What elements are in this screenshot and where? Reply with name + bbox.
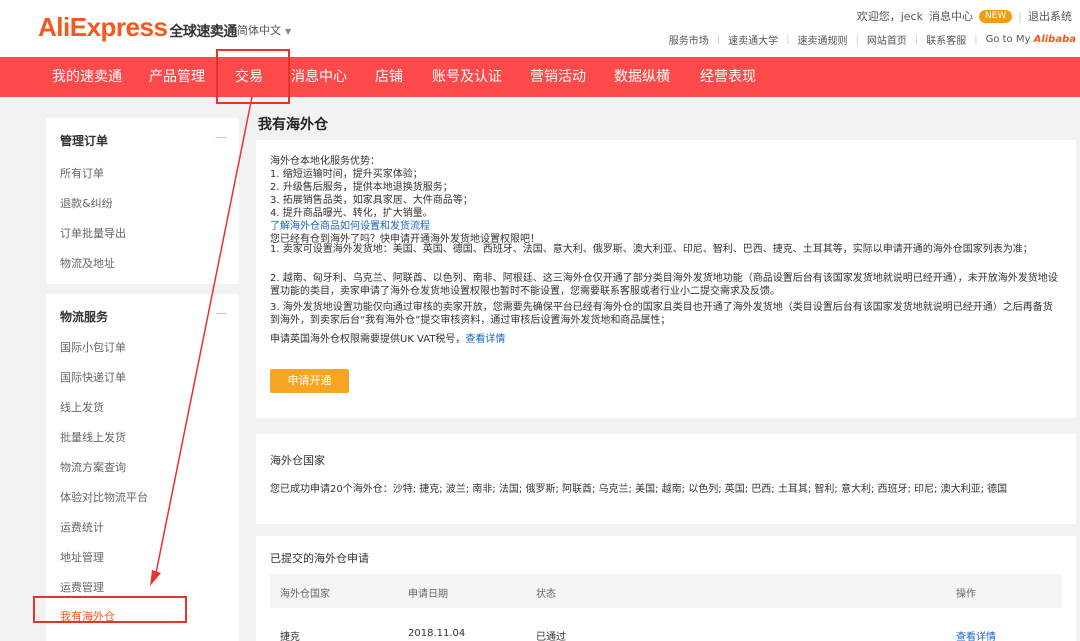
sidebar-divider: [46, 284, 239, 294]
nav-messages[interactable]: 消息中心: [291, 57, 347, 97]
divider: |: [786, 34, 790, 45]
university-link[interactable]: 速卖通大学: [728, 32, 778, 47]
user-bar: 欢迎您，jeck 消息中心 NEW | 退出系统: [857, 8, 1072, 24]
sidebar-item-export[interactable]: 订单批量导出: [60, 225, 126, 241]
nav-products[interactable]: 产品管理: [149, 57, 205, 97]
countries-heading: 海外仓国家: [270, 454, 325, 467]
sidebar-item-freight-stats[interactable]: 运费统计: [60, 519, 104, 535]
rules-link[interactable]: 速卖通规则: [797, 32, 847, 47]
collapse-icon[interactable]: —: [215, 306, 227, 320]
nav-highlight-box: [216, 49, 290, 104]
collapse-icon[interactable]: —: [215, 130, 227, 144]
main-nav: 我的速卖通 产品管理 交易 消息中心 店铺 账号及认证 营销活动 数据纵横 经营…: [0, 57, 1080, 97]
info-paragraph: 1. 卖家可设置海外发货地：美国、英国、德国、西班牙、法国、意大利、俄罗斯、澳大…: [270, 244, 1033, 255]
sidebar-item-online-shipping[interactable]: 线上发货: [60, 399, 104, 415]
logout-link[interactable]: 退出系统: [1028, 8, 1072, 24]
sidebar-item-express-orders[interactable]: 国际快递订单: [60, 369, 126, 385]
aliexpress-logo[interactable]: AliExpress 全球速卖通: [38, 12, 237, 43]
nav-performance[interactable]: 经营表现: [700, 57, 756, 97]
nav-my-aliexpress[interactable]: 我的速卖通: [52, 57, 122, 97]
applications-card: 已提交的海外仓申请 海外仓国家 申请日期 状态 操作 捷克 2018.11.04…: [256, 536, 1076, 641]
th-country: 海外仓国家: [280, 589, 330, 600]
sidebar-item-logistics-address[interactable]: 物流及地址: [60, 255, 115, 271]
sidebar-item-logistics-query[interactable]: 物流方案查询: [60, 459, 126, 475]
divider: |: [1018, 9, 1022, 23]
sidebar-item-freight-mgmt[interactable]: 运费管理: [60, 579, 104, 595]
sidebar-item-address-mgmt[interactable]: 地址管理: [60, 549, 104, 565]
home-link[interactable]: 网站首页: [867, 32, 907, 47]
sidebar-highlight-box: [33, 596, 187, 623]
th-date: 申请日期: [408, 589, 448, 600]
sidebar-item-all-orders[interactable]: 所有订单: [60, 165, 104, 181]
info-paragraph: 3. 海外发货地设置功能仅向通过审核的卖家开放，您需要先确保平台已经有海外仓的国…: [270, 302, 1053, 326]
sidebar: 管理订单 — 所有订单 退款&纠纷 订单批量导出 物流及地址 物流服务 — 国际…: [46, 118, 239, 641]
uk-vat-line: 申请英国海外仓权限需要提供UK VAT税号，查看详情: [270, 330, 505, 345]
cell-status: 已通过: [536, 632, 566, 641]
caret-down-icon: ▼: [285, 27, 292, 36]
sidebar-group-logistics: 物流服务: [60, 310, 109, 324]
nav-marketing[interactable]: 营销活动: [530, 57, 586, 97]
sidebar-item-refunds[interactable]: 退款&纠纷: [60, 195, 113, 211]
logo-cn-text: 全球速卖通: [169, 23, 237, 39]
nav-account[interactable]: 账号及认证: [432, 57, 502, 97]
sidebar-item-compare-platform[interactable]: 体验对比物流平台: [60, 489, 148, 505]
message-center-link[interactable]: 消息中心: [929, 8, 973, 24]
alibaba-brand: Alibaba: [1033, 34, 1076, 45]
info-paragraph: 2. 越南、匈牙利、乌克兰、阿联酋、以色列、南非、阿根廷、这三海外仓仅开通了部分…: [270, 273, 1058, 297]
warehouse-countries-card: 海外仓国家 您已成功申请20个海外仓：沙特; 捷克; 波兰; 南非; 法国; 俄…: [256, 434, 1076, 524]
applications-heading: 已提交的海外仓申请: [270, 552, 369, 565]
overseas-info-card: 海外仓本地化服务优势： 1. 缩短运输时间，提升买家体验； 2. 升级售后服务，…: [256, 140, 1076, 418]
language-selector[interactable]: 简体中文 ▼: [237, 22, 291, 38]
sidebar-group-orders: 管理订单: [60, 134, 109, 148]
header-links: 服务市场 | 速卖通大学 | 速卖通规则 | 网站首页 | 联系客服 | Go to My…: [669, 32, 1076, 47]
countries-list: 您已成功申请20个海外仓：沙特; 捷克; 波兰; 南非; 法国; 俄罗斯; 阿联…: [270, 484, 1008, 495]
new-badge: NEW: [978, 9, 1013, 23]
greeting-text: 欢迎您，jeck: [856, 10, 923, 23]
th-action: 操作: [956, 589, 976, 600]
service-market-link[interactable]: 服务市场: [669, 32, 709, 47]
top-header: AliExpress 全球速卖通 简体中文 ▼ 欢迎您，jeck 消息中心 NEW …: [0, 0, 1080, 57]
cell-country: 捷克: [280, 632, 300, 641]
goto-label: Go to My: [985, 34, 1031, 45]
nav-store[interactable]: 店铺: [375, 57, 403, 97]
page-title: 我有海外仓: [258, 117, 328, 133]
language-label: 简体中文: [237, 24, 281, 37]
uk-vat-text: 申请英国海外仓权限需要提供UK VAT税号，: [270, 334, 466, 345]
th-status: 状态: [536, 589, 556, 600]
sidebar-item-batch-shipping[interactable]: 批量线上发货: [60, 429, 126, 445]
cell-view-details-link[interactable]: 查看详情: [956, 628, 996, 641]
divider: |: [974, 34, 978, 45]
divider: |: [855, 34, 859, 45]
customer-service-link[interactable]: 联系客服: [926, 32, 966, 47]
divider: |: [914, 34, 919, 45]
cell-date: 2018.11.04: [408, 628, 466, 639]
goto-alibaba-link[interactable]: Go to My Alibaba: [986, 34, 1076, 45]
divider: |: [716, 34, 721, 45]
apply-button[interactable]: 申请开通: [270, 369, 349, 393]
nav-data[interactable]: 数据纵横: [614, 57, 670, 97]
sidebar-item-parcel-orders[interactable]: 国际小包订单: [60, 339, 126, 355]
view-details-link[interactable]: 查看详情: [465, 334, 505, 345]
logo-text: AliExpress: [38, 12, 168, 42]
table-header: 海外仓国家 申请日期 状态 操作: [270, 574, 1062, 608]
